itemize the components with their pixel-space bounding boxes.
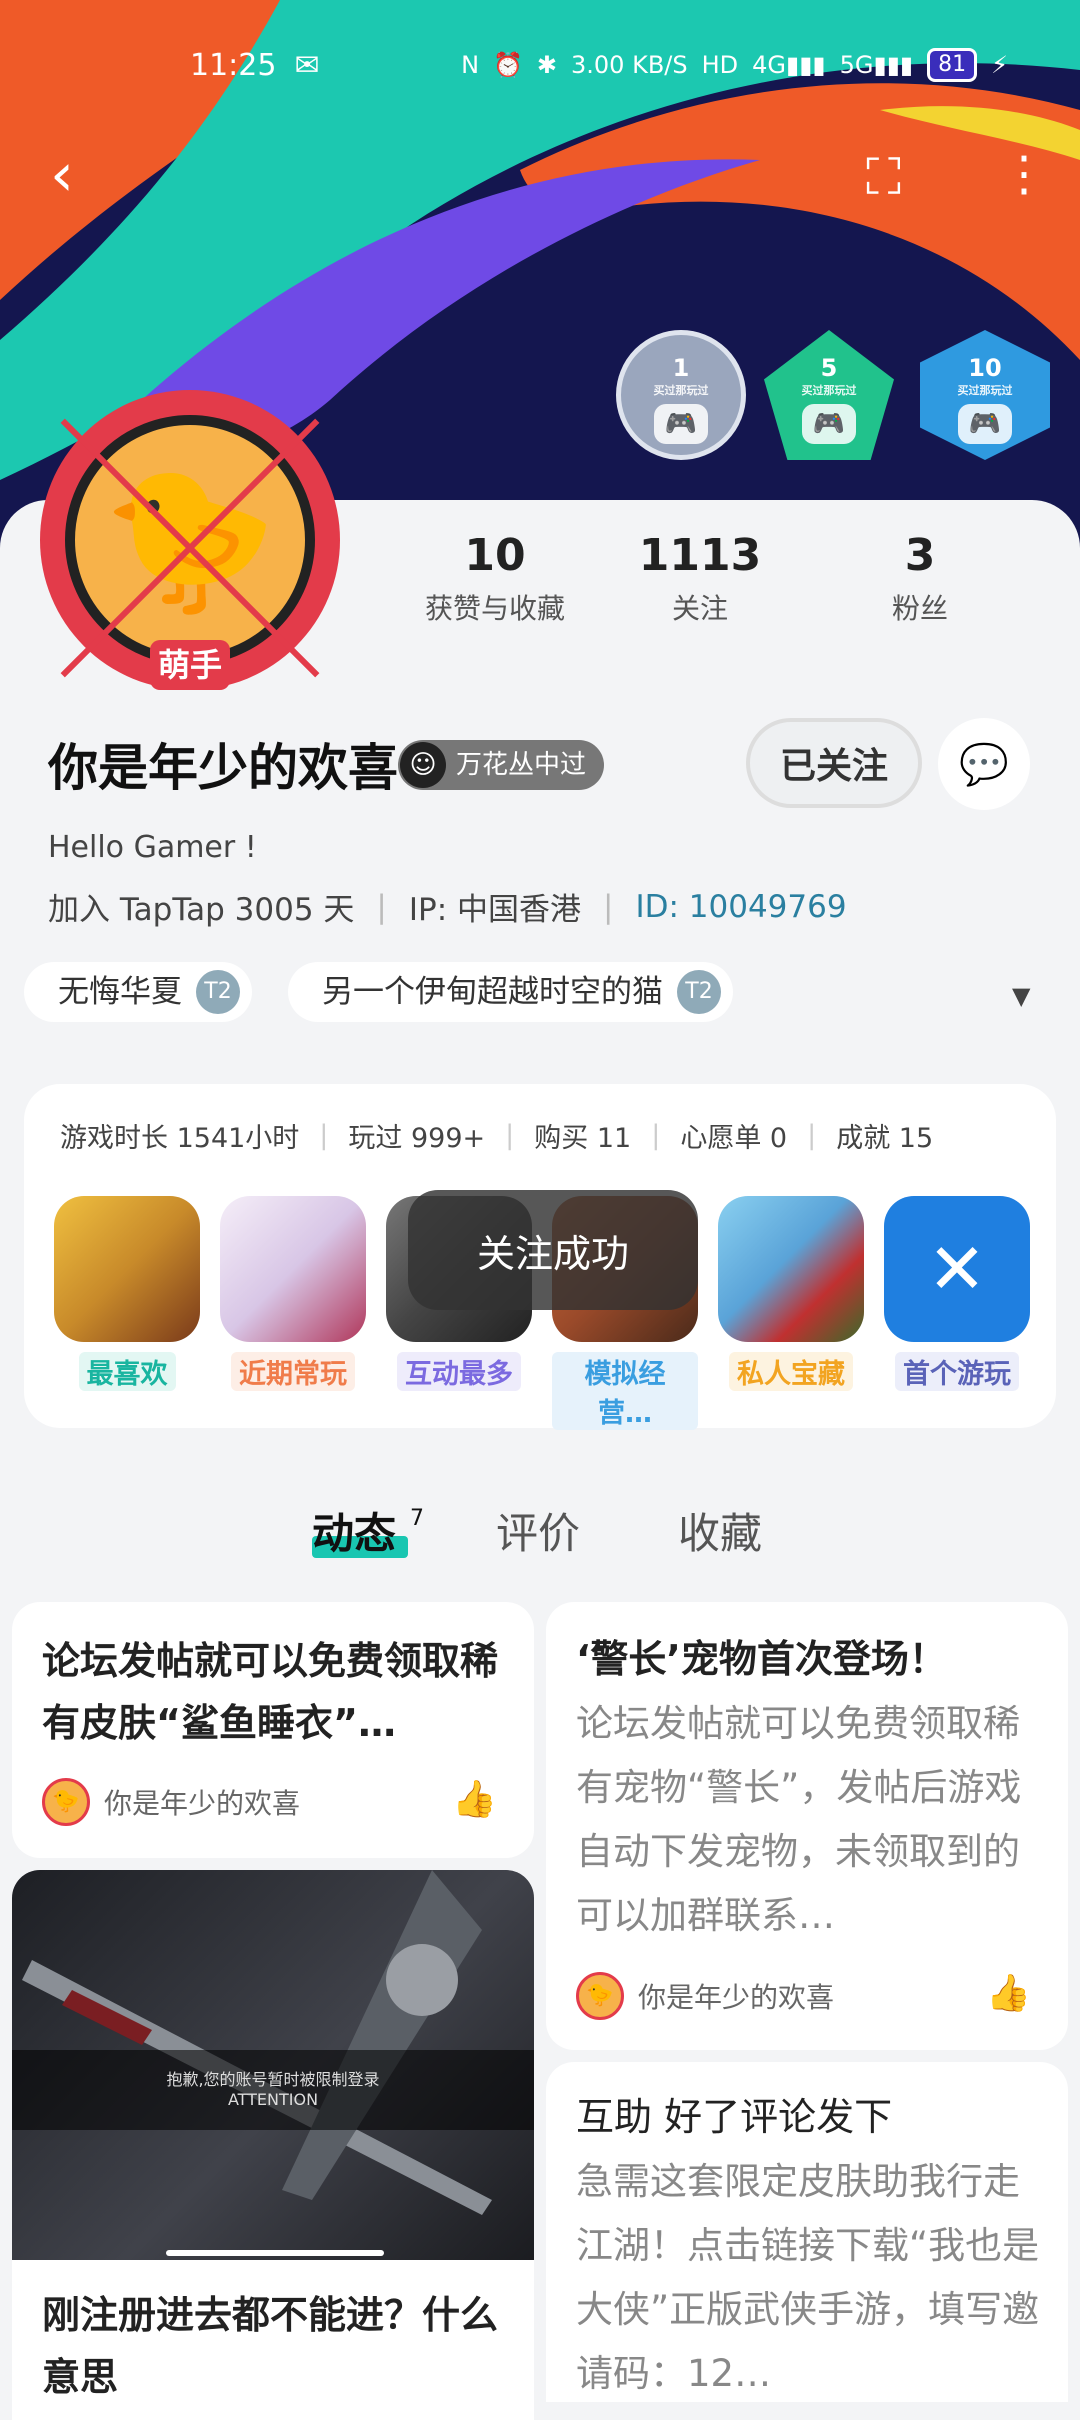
post-card[interactable]: 互助 好了评论发下 急需这套限定皮肤助我行走江湖！点击链接下载“我也是大侠”正版… bbox=[546, 2062, 1068, 2402]
crossed-rifles-icon: ✕ bbox=[884, 1196, 1030, 1342]
wechat-icon: ✉ bbox=[294, 48, 320, 83]
battery-level: 81 bbox=[927, 48, 978, 82]
user-id[interactable]: ID: 10049769 bbox=[635, 889, 846, 925]
signal-5g-icon: 5G▮▮▮ bbox=[839, 51, 914, 79]
post-title: ‘警长’宠物首次登场！ bbox=[576, 1637, 947, 1681]
joined-days: 加入 TapTap 3005 天 bbox=[48, 892, 355, 928]
author-avatar: 🐤 bbox=[576, 1972, 624, 2020]
stat-purchased[interactable]: 购买 11 bbox=[534, 1116, 631, 1155]
gesture-bar bbox=[166, 2250, 384, 2256]
more-icon[interactable]: ⋮ bbox=[1000, 146, 1048, 202]
expand-chips-icon[interactable]: ▼ bbox=[1012, 982, 1030, 1010]
game-favorite[interactable]: 最喜欢 bbox=[54, 1196, 200, 1391]
bio: Hello Gamer ! bbox=[48, 830, 257, 865]
post-card[interactable]: 刚注册进去都不能进？什么意思 bbox=[12, 2260, 534, 2420]
game-recent[interactable]: 近期常玩 bbox=[220, 1196, 366, 1391]
nfc-icon: N bbox=[461, 51, 480, 79]
game-chip-2[interactable]: 另一个伊甸超越时空的猫 T2 bbox=[288, 962, 733, 1022]
stat-played[interactable]: 玩过 999+ bbox=[348, 1116, 485, 1155]
status-bar: 11:25 ✉ N ⏰ ✱ 3.00 KB/S HD 4G▮▮▮ 5G▮▮▮ 8… bbox=[0, 0, 1080, 130]
game-level-icon: T2 bbox=[196, 970, 240, 1014]
game-level-icon: T2 bbox=[677, 970, 721, 1014]
game-first-played[interactable]: ✕ 首个游玩 bbox=[884, 1196, 1030, 1391]
ip-location: IP: 中国香港 bbox=[408, 892, 582, 928]
game-icon bbox=[220, 1196, 366, 1342]
avatar-tag: 萌手 bbox=[150, 640, 230, 690]
network-speed: 3.00 KB/S bbox=[571, 51, 688, 79]
clock: 11:25 bbox=[190, 48, 277, 83]
title-badge-icon: ☺ bbox=[400, 742, 446, 788]
like-icon[interactable]: 👍 bbox=[452, 1778, 497, 1820]
game-stats: 游戏时长 1541小时 | 玩过 999+ | 购买 11 | 心愿单 0 | … bbox=[60, 1116, 933, 1155]
tab-favorites[interactable]: 收藏 bbox=[678, 1500, 762, 1561]
post-body: 急需这套限定皮肤助我行走江湖！点击链接下载“我也是大侠”正版武侠手游，填写邀请码… bbox=[576, 2160, 1040, 2395]
profile-meta: 加入 TapTap 3005 天 | IP: 中国香港 | ID: 100497… bbox=[48, 884, 847, 929]
gamepad-icon: 🎮 bbox=[802, 404, 856, 444]
author-avatar: 🐤 bbox=[42, 1778, 90, 1826]
game-icon bbox=[718, 1196, 864, 1342]
scan-button[interactable]: ⛶ bbox=[866, 148, 901, 207]
stat-playtime[interactable]: 游戏时长 1541小时 bbox=[60, 1116, 299, 1155]
stat-following[interactable]: 1113 关注 bbox=[620, 530, 780, 627]
username: 你是年少的欢喜 bbox=[48, 739, 398, 797]
like-icon[interactable]: 👍 bbox=[986, 1972, 1031, 2014]
post-image[interactable]: 抱歉,您的账号暂时被限制登录 ATTENTION bbox=[12, 1870, 534, 2260]
game-private-treasure[interactable]: 私人宝藏 bbox=[718, 1196, 864, 1391]
avatar-image: 🐤 bbox=[65, 415, 315, 665]
follow-success-toast: 关注成功 bbox=[408, 1190, 698, 1310]
hd-icon: HD bbox=[701, 51, 739, 79]
post-title: 论坛发帖就可以免费领取稀有皮肤“鲨鱼睡衣”… bbox=[42, 1639, 499, 1745]
stat-likes[interactable]: 10 获赞与收藏 bbox=[400, 530, 590, 627]
post-author[interactable]: 🐤 你是年少的欢喜 bbox=[42, 1778, 300, 1826]
tab-feed-count: 7 bbox=[410, 1506, 424, 1531]
post-title: 刚注册进去都不能进？什么意思 bbox=[42, 2293, 499, 2399]
signal-4g-icon: 4G▮▮▮ bbox=[752, 51, 826, 79]
post-author[interactable]: 🐤 你是年少的欢喜 bbox=[576, 1972, 834, 2020]
post-title: 互助 好了评论发下 bbox=[576, 2095, 893, 2139]
tab-feed[interactable]: 动态 bbox=[312, 1500, 396, 1561]
stat-wishlist[interactable]: 心愿单 0 bbox=[680, 1116, 787, 1155]
alarm-icon: ⏰ bbox=[493, 51, 523, 79]
achievement-badge-1[interactable]: 1 买过那玩过 🎮 bbox=[616, 330, 746, 460]
chat-icon: 💬 bbox=[959, 741, 1009, 788]
gamepad-icon: 🎮 bbox=[654, 404, 708, 444]
charging-icon: ⚡ bbox=[991, 51, 1008, 79]
bluetooth-icon: ✱ bbox=[536, 51, 558, 79]
game-chip-1[interactable]: 无悔华夏 T2 bbox=[24, 962, 252, 1022]
title-badge[interactable]: ☺ 万花丛中过 bbox=[398, 740, 605, 790]
stat-followers[interactable]: 3 粉丝 bbox=[850, 530, 990, 627]
post-card[interactable]: ‘警长’宠物首次登场！ 论坛发帖就可以免费领取稀有宠物“警长”，发帖后游戏自动下… bbox=[546, 1602, 1068, 2050]
back-button[interactable]: ‹ bbox=[50, 140, 74, 210]
message-button[interactable]: 💬 bbox=[938, 718, 1030, 810]
follow-button[interactable]: 已关注 bbox=[746, 718, 922, 808]
image-caption: 抱歉,您的账号暂时被限制登录 ATTENTION bbox=[12, 2050, 534, 2130]
stat-achievements[interactable]: 成就 15 bbox=[836, 1116, 933, 1155]
game-icon bbox=[54, 1196, 200, 1342]
post-body: 论坛发帖就可以免费领取稀有宠物“警长”，发帖后游戏自动下发宠物，未领取到的可以加… bbox=[576, 1702, 1022, 1937]
tab-reviews[interactable]: 评价 bbox=[496, 1500, 580, 1561]
divider: | bbox=[376, 888, 387, 925]
divider: | bbox=[603, 888, 614, 925]
post-card[interactable]: 论坛发帖就可以免费领取稀有皮肤“鲨鱼睡衣”… 🐤 你是年少的欢喜 👍 bbox=[12, 1602, 534, 1858]
gamepad-icon: 🎮 bbox=[958, 404, 1012, 444]
